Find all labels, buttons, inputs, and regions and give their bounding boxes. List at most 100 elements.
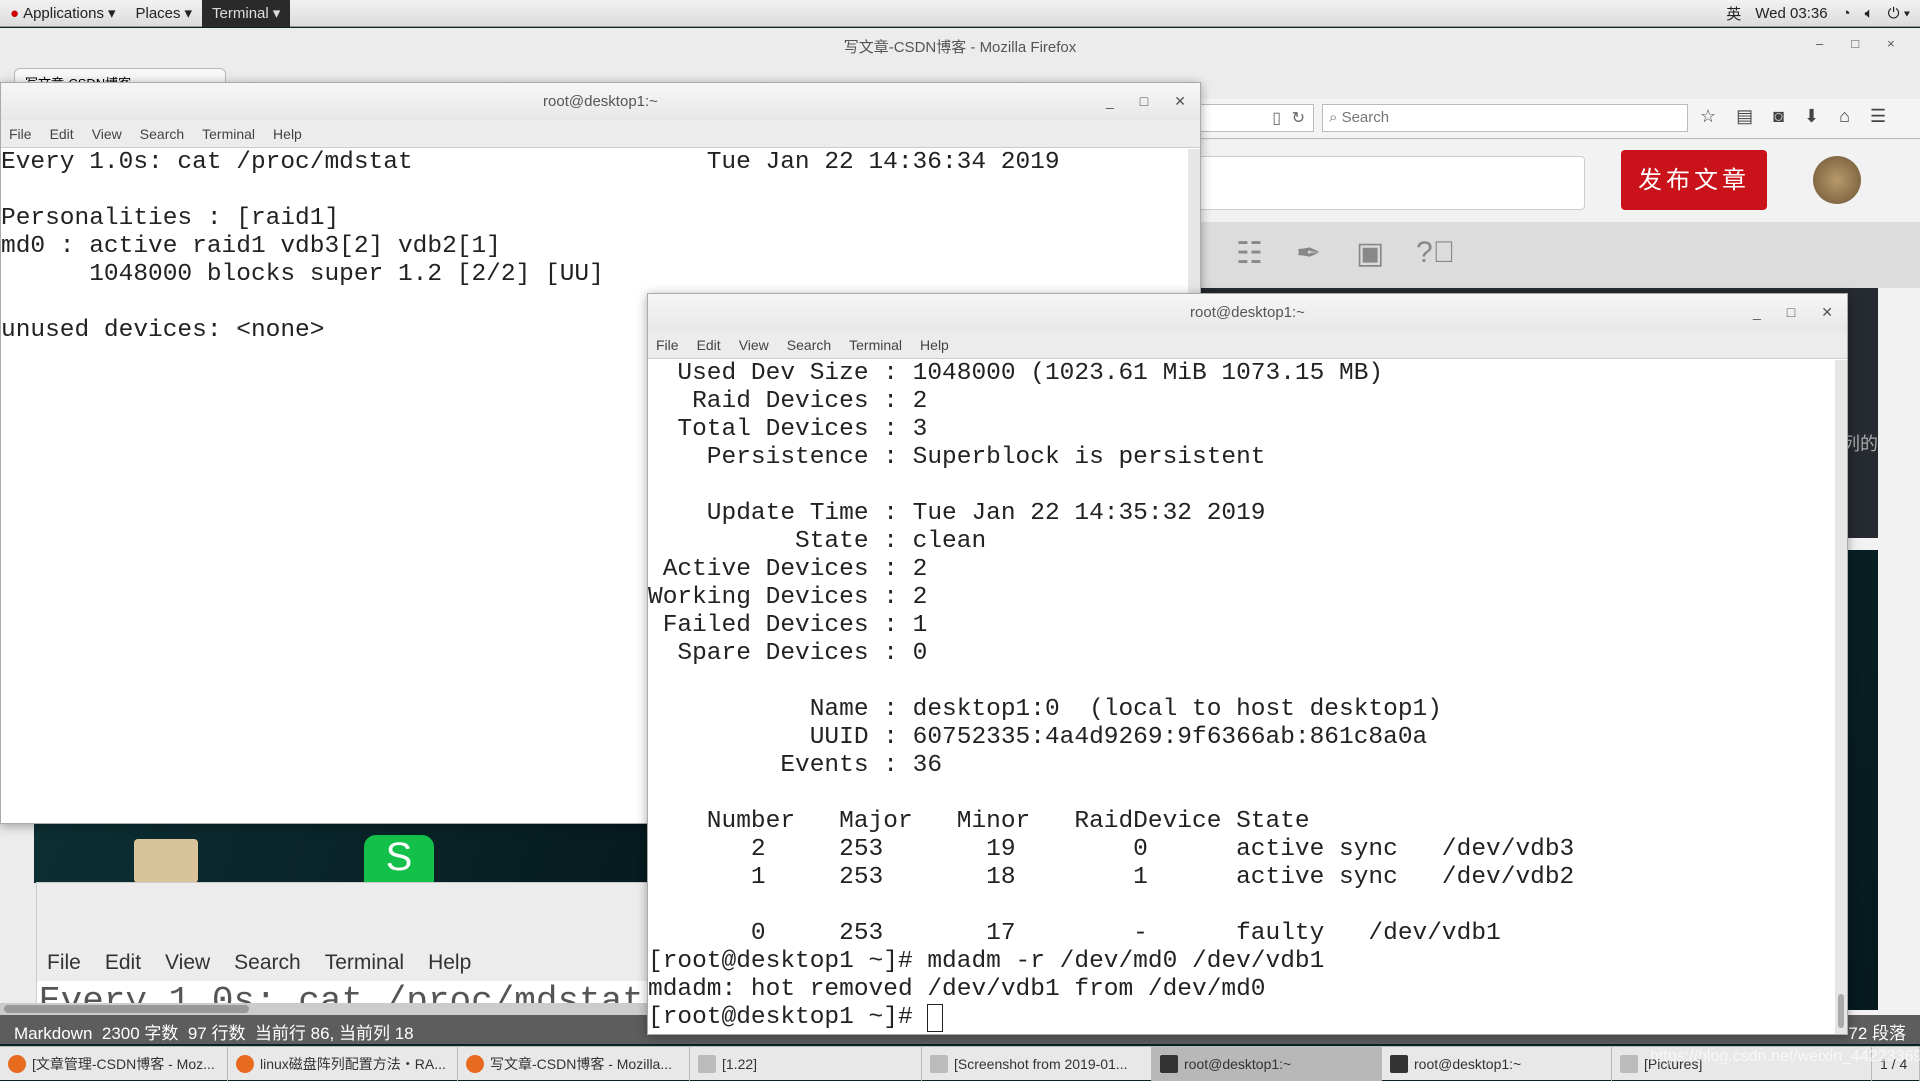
home-folder-icon[interactable] xyxy=(134,839,198,883)
file-icon xyxy=(698,1055,716,1073)
taskbar-item-label: [1.22] xyxy=(722,1056,758,1072)
terminal-output[interactable]: Used Dev Size : 1048000 (1023.61 MiB 107… xyxy=(648,360,1835,1034)
taskbar-item-label: root@desktop1:~ xyxy=(1414,1056,1522,1072)
terminal-line: Used Dev Size : 1048000 (1023.61 MiB 107… xyxy=(648,360,1384,387)
clock[interactable]: Wed 03:36 xyxy=(1755,5,1827,22)
firefox-icon xyxy=(236,1055,254,1073)
close-button[interactable]: × xyxy=(1887,36,1895,51)
terminal-line: Name : desktop1:0 (local to host desktop… xyxy=(648,696,1442,723)
desktop-background: S xyxy=(34,823,648,883)
maximize-button[interactable]: □ xyxy=(1851,36,1859,51)
terminal-line: [root@desktop1 ~]# mdadm -r /dev/md0 /de… xyxy=(648,948,1325,975)
prompt-text: [root@desktop1 ~]# xyxy=(648,1004,928,1031)
terminal-line: 1 253 18 1 active sync /dev/vdb2 xyxy=(648,864,1575,891)
file-icon xyxy=(1620,1055,1638,1073)
terminal-line: 1048000 blocks super 1.2 [2/2] [UU] xyxy=(1,261,604,288)
search-input[interactable]: ⌕ Search xyxy=(1322,104,1688,132)
list-icon[interactable]: ☷ xyxy=(1236,236,1263,271)
maximize-button[interactable]: □ xyxy=(1140,83,1148,120)
file-icon xyxy=(930,1055,948,1073)
firefox-icon xyxy=(466,1055,484,1073)
wps-icon[interactable]: S xyxy=(364,835,434,883)
firefox-title: 写文章-CSDN博客 - Mozilla Firefox xyxy=(843,39,1077,56)
taskbar-item[interactable]: root@desktop1:~ xyxy=(1152,1047,1382,1081)
terminal-icon xyxy=(1160,1055,1178,1073)
terminal-line: Every 1.0s: cat /proc/mdstat Tue Jan 22 … xyxy=(1,149,1060,176)
minimize-button[interactable]: _ xyxy=(1753,294,1761,331)
watermark: https://blog.csdn.net/weixin_44223369 xyxy=(1650,1048,1920,1065)
taskbar-item[interactable]: linux磁盘阵列配置方法・RA... xyxy=(228,1047,458,1081)
reload-icon[interactable]: ↻ xyxy=(1292,108,1305,128)
volume-icon[interactable]: 🔈︎ xyxy=(1865,5,1874,22)
minimize-button[interactable]: – xyxy=(1816,36,1823,51)
minimize-button[interactable]: _ xyxy=(1106,83,1114,120)
wifi-icon[interactable]: ◔ xyxy=(1842,5,1851,22)
terminal-line: 2 253 19 0 active sync /dev/vdb3 xyxy=(648,836,1575,863)
terminal-window-background: File Edit View Search Terminal Help Every 1.0… xyxy=(36,882,649,1005)
quill-icon[interactable]: ✒ xyxy=(1296,236,1321,271)
download-icon[interactable]: ⬇ xyxy=(1804,106,1819,127)
menu-bar: File Edit View Search Terminal Help xyxy=(648,331,1847,359)
terminal-line: Failed Devices : 1 xyxy=(648,612,928,639)
input-method[interactable]: 英 xyxy=(1726,3,1741,24)
top-panel: ● Applications ▾ Places ▾ Terminal ▾ 英 We… xyxy=(0,0,1920,27)
taskbar-item-label: root@desktop1:~ xyxy=(1184,1056,1292,1072)
maximize-button[interactable]: □ xyxy=(1787,294,1795,331)
save-icon[interactable]: ▣ xyxy=(1356,236,1384,271)
terminal-line: mdadm: hot removed /dev/vdb1 from /dev/m… xyxy=(648,976,1266,1003)
home-icon[interactable]: ⌂ xyxy=(1839,106,1850,127)
terminal-window-mdadm[interactable]: root@desktop1:~ _ □ ✕ File Edit View Search Ter… xyxy=(647,293,1848,1035)
menu-bar: File Edit View Search Terminal Help xyxy=(1,120,1200,148)
menu-icon[interactable]: ☰ xyxy=(1870,106,1886,127)
applications-menu[interactable]: ● Applications ▾ xyxy=(0,0,125,27)
terminal-line: Personalities : [raid1] xyxy=(1,205,340,232)
places-menu[interactable]: Places ▾ xyxy=(125,0,202,27)
taskbar-item-label: linux磁盘阵列配置方法・RA... xyxy=(260,1056,446,1072)
terminal-prompt[interactable]: [root@desktop1 ~]# xyxy=(648,1004,1835,1032)
taskbar-item[interactable]: [文章管理-CSDN博客 - Moz... xyxy=(0,1047,228,1081)
taskbar-item-label: [文章管理-CSDN博客 - Moz... xyxy=(32,1056,215,1072)
text-cursor xyxy=(927,1004,944,1032)
help-icon[interactable]: ?⃝ xyxy=(1416,236,1455,270)
firefox-icon xyxy=(8,1055,26,1073)
horizontal-scrollbar[interactable] xyxy=(0,1003,650,1015)
taskbar-item[interactable]: root@desktop1:~ xyxy=(1382,1047,1612,1081)
terminal-app-menu[interactable]: Terminal ▾ xyxy=(202,0,291,27)
terminal-line: State : clean xyxy=(648,528,987,555)
close-button[interactable]: ✕ xyxy=(1174,83,1186,120)
close-button[interactable]: ✕ xyxy=(1821,294,1833,331)
terminal-line: Working Devices : 2 xyxy=(648,584,928,611)
terminal-line: md0 : active raid1 vdb3[2] vdb2[1] xyxy=(1,233,501,260)
article-title-input[interactable] xyxy=(1200,156,1585,210)
vertical-scrollbar[interactable] xyxy=(1835,360,1847,1034)
taskbar-item-label: 写文章-CSDN博客 - Mozilla... xyxy=(490,1056,673,1072)
taskbar-item[interactable]: [Screenshot from 2019-01... xyxy=(922,1047,1152,1081)
terminal-line: 0 253 17 - faulty /dev/vdb1 xyxy=(648,920,1501,947)
reader-icon[interactable]: ▯ xyxy=(1272,108,1281,128)
pocket-icon[interactable]: ◙ xyxy=(1773,106,1784,127)
title-bar[interactable]: root@desktop1:~ _ □ ✕ xyxy=(648,294,1847,331)
power-icon[interactable]: ⏻ ▾ xyxy=(1888,5,1910,22)
terminal-line: Persistence : Superblock is persistent xyxy=(648,444,1266,471)
taskbar-item[interactable]: [1.22] xyxy=(690,1047,922,1081)
taskbar: [文章管理-CSDN博客 - Moz... linux磁盘阵列配置方法・RA...… xyxy=(0,1046,1920,1081)
terminal-line: Active Devices : 2 xyxy=(648,556,928,583)
terminal-line: Raid Devices : 2 xyxy=(648,388,928,415)
taskbar-item-label: [Screenshot from 2019-01... xyxy=(954,1056,1128,1072)
avatar[interactable] xyxy=(1813,156,1861,204)
clipboard-icon[interactable]: ▤ xyxy=(1736,106,1753,127)
terminal-line: Events : 36 xyxy=(648,752,943,779)
terminal-line: Update Time : Tue Jan 22 14:35:32 2019 xyxy=(648,500,1266,527)
terminal-icon xyxy=(1390,1055,1408,1073)
title-bar[interactable]: root@desktop1:~ _ □ ✕ xyxy=(1,83,1200,120)
terminal-line: Total Devices : 3 xyxy=(648,416,928,443)
taskbar-item[interactable]: 写文章-CSDN博客 - Mozilla... xyxy=(458,1047,690,1081)
publish-button[interactable]: 发布文章 xyxy=(1621,150,1767,210)
url-bar[interactable]: ▯ ↻ xyxy=(1200,104,1314,132)
bookmark-star-icon[interactable]: ☆ xyxy=(1700,106,1716,127)
